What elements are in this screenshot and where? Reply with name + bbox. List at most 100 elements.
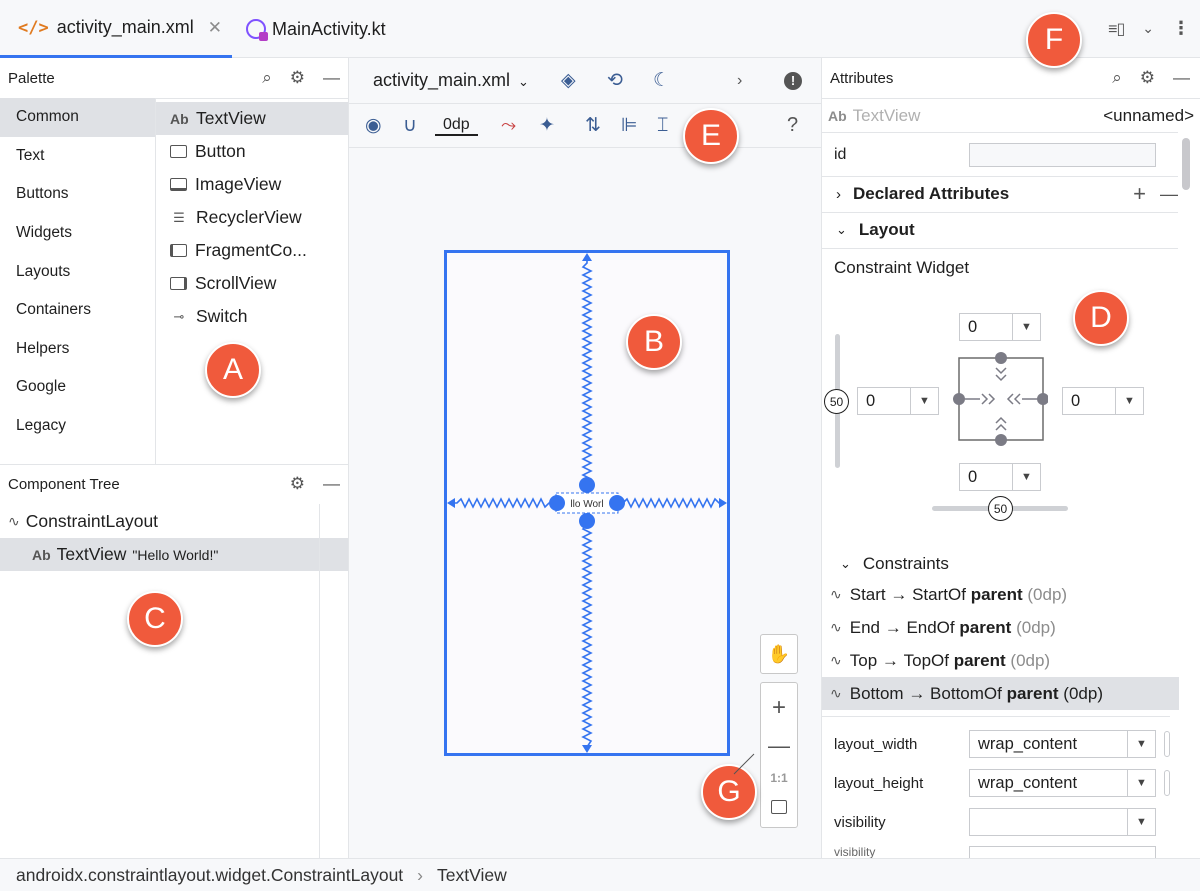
tab-label: activity_main.xml: [56, 17, 194, 37]
tab-activity-main-xml[interactable]: </> activity_main.xml ✕: [0, 0, 232, 58]
palette-category-list: Common Text Buttons Widgets Layouts Cont…: [0, 98, 155, 445]
constraint-row-end[interactable]: ∿ End → EndOf parent (0dp): [830, 611, 1056, 644]
constraint-toolbar: ◉ ∪ 0dp ⤳ ✦ ⇅ ⊫ ⌶ ?: [349, 104, 821, 148]
constraint-target: StartOf: [912, 584, 966, 604]
margin-top-field[interactable]: 0 ▼: [959, 313, 1041, 341]
chevron-right-icon[interactable]: ›: [737, 72, 742, 90]
category-common[interactable]: Common: [0, 98, 155, 137]
margin-right-field[interactable]: 0 ▼: [1062, 387, 1144, 415]
search-icon[interactable]: ⌕: [262, 68, 272, 88]
palette-item-scrollview[interactable]: ScrollView: [156, 267, 348, 300]
layout-width-resource-picker[interactable]: [1164, 731, 1170, 757]
gear-icon[interactable]: ⚙: [1140, 68, 1155, 88]
tree-item-textview[interactable]: Ab TextView "Hello World!": [0, 538, 348, 571]
id-field[interactable]: [969, 143, 1156, 167]
infer-constraints-icon[interactable]: ✦: [539, 114, 555, 137]
category-text[interactable]: Text: [0, 137, 155, 176]
eye-icon[interactable]: ◉: [365, 114, 382, 137]
dropdown-arrow-icon[interactable]: ▼: [1127, 770, 1155, 796]
clear-constraints-icon[interactable]: ⤳: [501, 115, 516, 137]
visibility-field[interactable]: ▼: [969, 808, 1156, 836]
preview-textview[interactable]: llo Worl: [570, 499, 603, 510]
minimize-icon[interactable]: —: [1173, 68, 1190, 88]
constraint-row-top[interactable]: ∿ Top → TopOf parent (0dp): [830, 644, 1050, 677]
constraint-side: Start: [849, 584, 886, 604]
warning-icon[interactable]: !: [784, 71, 802, 90]
dropdown-arrow-icon[interactable]: ▼: [1127, 809, 1155, 835]
category-widgets[interactable]: Widgets: [0, 214, 155, 253]
file-selector-label: activity_main.xml: [373, 70, 511, 90]
pan-tool[interactable]: ✋: [760, 634, 798, 674]
tab-mainactivity-kt[interactable]: MainActivity.kt: [246, 0, 386, 58]
palette-item-textview[interactable]: Ab TextView: [156, 102, 348, 135]
add-icon[interactable]: +: [1133, 181, 1146, 207]
zoom-in-icon[interactable]: +: [772, 696, 786, 720]
split-view-icon[interactable]: ≡▯: [1108, 19, 1125, 39]
layers-icon[interactable]: ◈: [561, 69, 576, 92]
attributes-scrollbar[interactable]: [1182, 138, 1190, 190]
constraint-side: Top: [849, 650, 878, 670]
constraint-box-diagram[interactable]: [952, 350, 1048, 446]
gear-icon[interactable]: ⚙: [290, 68, 305, 88]
minimize-icon[interactable]: —: [323, 68, 340, 88]
callout-g-pointer: [733, 753, 755, 775]
vertical-bias-value[interactable]: 50: [824, 389, 849, 414]
layout-height-field[interactable]: wrap_content ▼: [969, 769, 1156, 797]
palette-item-recyclerview[interactable]: ☰ RecyclerView: [156, 201, 348, 234]
category-legacy[interactable]: Legacy: [0, 407, 155, 446]
default-margin-field[interactable]: 0dp: [435, 116, 478, 136]
breadcrumb-child[interactable]: TextView: [437, 865, 507, 886]
fragment-icon: [170, 244, 187, 257]
layout-preview-canvas[interactable]: llo Worl: [444, 250, 730, 756]
magnet-icon[interactable]: ∪: [403, 114, 417, 137]
file-selector[interactable]: activity_main.xml ⌄: [373, 70, 529, 91]
tools-visibility-field[interactable]: [969, 846, 1156, 858]
constraint-row-bottom[interactable]: ∿ Bottom → BottomOf parent (0dp): [822, 677, 1179, 710]
constraint-row-start[interactable]: ∿ Start → StartOf parent (0dp): [830, 578, 1067, 611]
gear-icon[interactable]: ⚙: [290, 474, 305, 494]
category-layouts[interactable]: Layouts: [0, 252, 155, 291]
margin-bottom-field[interactable]: 0 ▼: [959, 463, 1041, 491]
palette-item-button[interactable]: Button: [156, 135, 348, 168]
pack-icon[interactable]: ⇅: [585, 114, 601, 137]
palette-item-switch[interactable]: ⊸ Switch: [156, 300, 348, 333]
horizontal-bias-value[interactable]: 50: [988, 496, 1013, 521]
category-containers[interactable]: Containers: [0, 291, 155, 330]
category-buttons[interactable]: Buttons: [0, 175, 155, 214]
attributes-title: Attributes: [830, 69, 894, 87]
align-icon[interactable]: ⊫: [621, 114, 638, 137]
more-options-icon[interactable]: ⋮: [1172, 18, 1190, 39]
help-icon[interactable]: ?: [787, 114, 798, 137]
palette-item-imageview[interactable]: ImageView: [156, 168, 348, 201]
dropdown-arrow-icon[interactable]: ▼: [1012, 464, 1040, 490]
dropdown-arrow-icon[interactable]: ▼: [910, 388, 938, 414]
breadcrumb-parent[interactable]: androidx.constraintlayout.widget.Constra…: [16, 865, 403, 886]
remove-icon[interactable]: —: [1160, 184, 1178, 205]
margin-left-field[interactable]: 0 ▼: [857, 387, 939, 415]
layout-width-field[interactable]: wrap_content ▼: [969, 730, 1156, 758]
chevron-down-icon[interactable]: ⌄: [1142, 20, 1154, 37]
list-icon: ☰: [173, 209, 185, 225]
dropdown-arrow-icon[interactable]: ▼: [1127, 731, 1155, 757]
tree-item-constraintlayout[interactable]: ∿ ConstraintLayout: [0, 505, 348, 538]
zoom-fit-icon[interactable]: [771, 799, 787, 814]
guidelines-icon[interactable]: ⌶: [657, 115, 668, 137]
constraint-target: BottomOf: [930, 683, 1002, 703]
night-mode-icon[interactable]: ☾: [653, 69, 670, 92]
orientation-icon[interactable]: ⟲: [607, 69, 623, 92]
search-icon[interactable]: ⌕: [1112, 68, 1122, 88]
dropdown-arrow-icon[interactable]: ▼: [1115, 388, 1143, 414]
category-google[interactable]: Google: [0, 368, 155, 407]
textview-icon: Ab: [170, 110, 189, 127]
constraints-section[interactable]: ⌄ Constraints: [822, 548, 1178, 580]
component-tree-panel: Component Tree ⚙ — ∿ ConstraintLayout Ab…: [0, 464, 348, 858]
palette-item-fragmentcontainer[interactable]: FragmentCo...: [156, 234, 348, 267]
constraint-value: (0dp): [1010, 650, 1051, 670]
layout-height-resource-picker[interactable]: [1164, 770, 1170, 796]
close-icon[interactable]: ✕: [208, 18, 222, 38]
dropdown-arrow-icon[interactable]: ▼: [1012, 314, 1040, 340]
layout-section[interactable]: ⌄ Layout: [822, 212, 1178, 248]
category-helpers[interactable]: Helpers: [0, 330, 155, 369]
minimize-icon[interactable]: —: [323, 474, 340, 494]
declared-attributes-section[interactable]: › Declared Attributes + —: [822, 176, 1178, 212]
